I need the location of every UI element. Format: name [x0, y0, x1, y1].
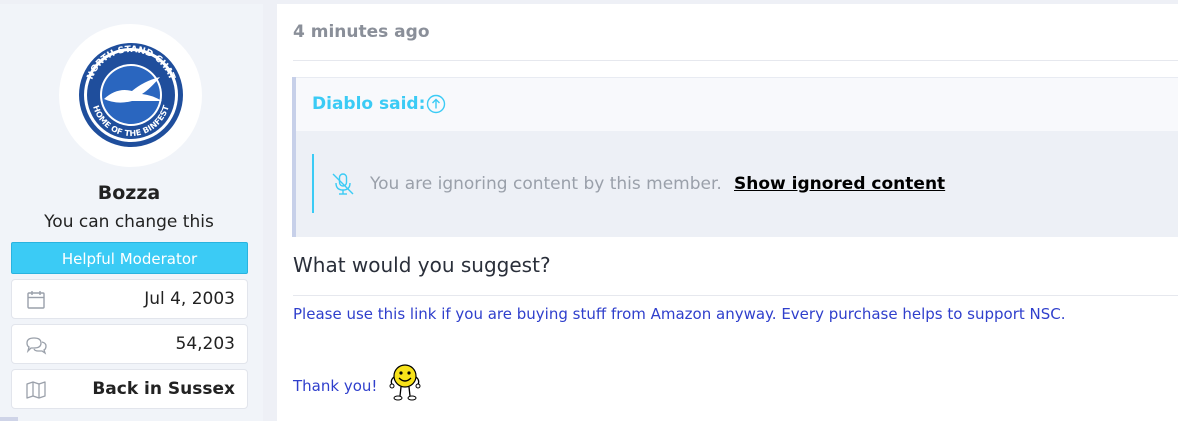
ignored-notice: You are ignoring content by this member.…	[312, 154, 1114, 213]
user-sidebar: NORTH STAND CHAT HOME OF THE BINFEST Boz…	[0, 4, 263, 421]
muted-microphone-icon	[332, 173, 354, 195]
column-gutter	[263, 4, 277, 421]
signature-thanks: Thank you!	[293, 377, 378, 395]
username[interactable]: Bozza	[0, 182, 258, 204]
smiley-emoji-icon	[389, 364, 421, 401]
calendar-icon	[27, 291, 45, 309]
quote-author[interactable]: Diablo said:	[312, 94, 425, 114]
avatar[interactable]: NORTH STAND CHAT HOME OF THE BINFEST	[59, 24, 202, 167]
moderator-banner: Helpful Moderator	[11, 242, 248, 274]
location[interactable]: Back in Sussex	[92, 370, 235, 408]
user-title: You can change this	[44, 212, 214, 232]
post-timestamp[interactable]: 4 minutes ago	[293, 22, 430, 42]
nsc-logo-icon: NORTH STAND CHAT HOME OF THE BINFEST	[75, 35, 187, 155]
comments-icon	[26, 337, 47, 355]
ignored-message: You are ignoring content by this member.	[370, 174, 722, 194]
stat-joined: Jul 4, 2003	[11, 279, 248, 319]
show-ignored-content-link[interactable]: Show ignored content	[734, 154, 945, 214]
bottom-accent	[0, 417, 18, 421]
divider	[293, 60, 1178, 61]
post-message: What would you suggest?	[293, 253, 551, 277]
signature-divider	[293, 295, 1178, 296]
jump-to-quote-icon[interactable]	[426, 94, 446, 114]
signature-amazon-link[interactable]: Please use this link if you are buying s…	[293, 305, 1066, 323]
quote-header: Diablo said:	[296, 77, 1178, 132]
message-count: 54,203	[175, 334, 235, 354]
map-icon	[26, 381, 46, 399]
quote-content: You are ignoring content by this member.…	[296, 131, 1178, 237]
stat-location: Back in Sussex	[11, 369, 248, 409]
post-body: 4 minutes ago Diablo said: You are ignor…	[277, 4, 1178, 421]
quote-block: Diablo said: You are ignoring content by…	[292, 77, 1178, 237]
joined-date: Jul 4, 2003	[144, 289, 235, 309]
stat-messages: 54,203	[11, 324, 248, 364]
